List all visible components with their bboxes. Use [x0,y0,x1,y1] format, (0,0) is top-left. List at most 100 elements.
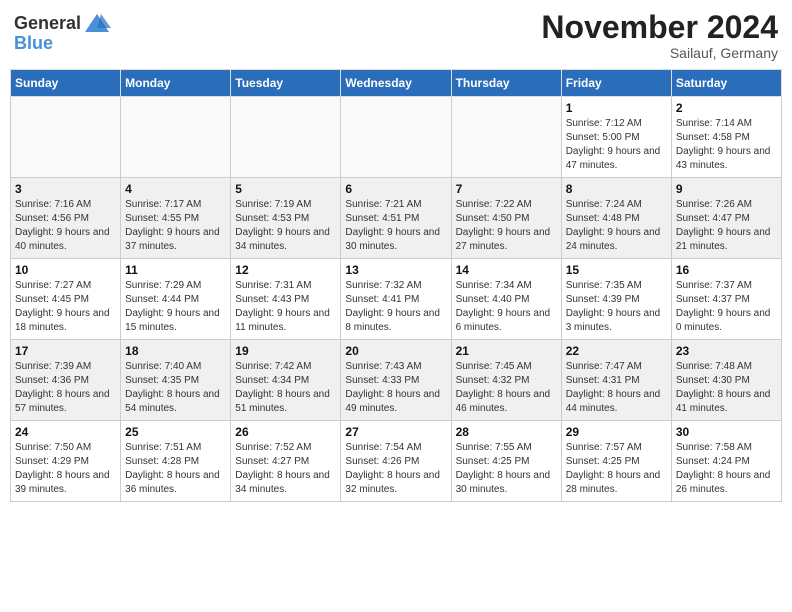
calendar-day-cell: 29Sunrise: 7:57 AMSunset: 4:25 PMDayligh… [561,421,671,502]
calendar-day-cell: 8 Sunrise: 7:24 AMSunset: 4:48 PMDaylight… [561,178,671,259]
day-of-week-header: Thursday [451,70,561,97]
day-number: 9 [676,182,777,196]
day-info: Sunrise: 7:39 AMSunset: 4:36 PMDaylight:… [15,360,116,416]
calendar-day-cell: 21 Sunrise: 7:45 AMSunset: 4:32 PMDayligh… [451,340,561,421]
day-of-week-header: Tuesday [231,70,341,97]
calendar-day-cell: 18 Sunrise: 7:40 AMSunset: 4:35 PMDayligh… [121,340,231,421]
day-number: 19 [235,344,336,358]
calendar-day-cell: 4 Sunrise: 7:17 AMSunset: 4:55 PMDaylight… [121,178,231,259]
day-number: 14 [456,263,557,277]
title-area: November 2024 Sailauf, Germany [541,10,778,61]
calendar-day-cell: 22 Sunrise: 7:47 AMSunset: 4:31 PMDayligh… [561,340,671,421]
calendar-day-cell: 16Sunrise: 7:37 AMSunset: 4:37 PMDayligh… [671,259,781,340]
day-number: 5 [235,182,336,196]
day-info: Sunrise: 7:51 AMSunset: 4:28 PMDaylight:… [125,441,226,497]
calendar-day-cell: 13 Sunrise: 7:32 AMSunset: 4:41 PMDayligh… [341,259,451,340]
day-number: 10 [15,263,116,277]
calendar-day-cell: 10 Sunrise: 7:27 AMSunset: 4:45 PMDayligh… [11,259,121,340]
calendar-day-cell: 12Sunrise: 7:31 AMSunset: 4:43 PMDayligh… [231,259,341,340]
day-info: Sunrise: 7:42 AMSunset: 4:34 PMDaylight:… [235,360,336,416]
day-info: Sunrise: 7:27 AMSunset: 4:45 PMDaylight:… [15,279,116,335]
day-number: 20 [345,344,446,358]
calendar-day-cell: 24 Sunrise: 7:50 AMSunset: 4:29 PMDayligh… [11,421,121,502]
calendar-week-row: 24 Sunrise: 7:50 AMSunset: 4:29 PMDayligh… [11,421,782,502]
day-number: 26 [235,425,336,439]
day-of-week-header: Monday [121,70,231,97]
day-info: Sunrise: 7:40 AMSunset: 4:35 PMDaylight:… [125,360,226,416]
calendar-day-cell: 1 Sunrise: 7:12 AMSunset: 5:00 PMDaylight… [561,97,671,178]
day-info: Sunrise: 7:52 AMSunset: 4:27 PMDaylight:… [235,441,336,497]
calendar-day-cell: 5 Sunrise: 7:19 AMSunset: 4:53 PMDaylight… [231,178,341,259]
month-title: November 2024 [541,10,778,45]
calendar-day-cell: 19 Sunrise: 7:42 AMSunset: 4:34 PMDayligh… [231,340,341,421]
day-of-week-header: Wednesday [341,70,451,97]
logo-blue: Blue [14,34,111,54]
day-info: Sunrise: 7:58 AMSunset: 4:24 PMDaylight:… [676,441,777,497]
day-number: 13 [345,263,446,277]
calendar-week-row: 10 Sunrise: 7:27 AMSunset: 4:45 PMDayligh… [11,259,782,340]
calendar-day-cell: 11 Sunrise: 7:29 AMSunset: 4:44 PMDayligh… [121,259,231,340]
day-info: Sunrise: 7:55 AMSunset: 4:25 PMDaylight:… [456,441,557,497]
day-number: 21 [456,344,557,358]
calendar-week-row: 1 Sunrise: 7:12 AMSunset: 5:00 PMDaylight… [11,97,782,178]
day-number: 7 [456,182,557,196]
day-info: Sunrise: 7:19 AMSunset: 4:53 PMDaylight:… [235,198,336,254]
day-info: Sunrise: 7:17 AMSunset: 4:55 PMDaylight:… [125,198,226,254]
header: General Blue November 2024 Sailauf, Germ… [10,10,782,61]
day-info: Sunrise: 7:24 AMSunset: 4:48 PMDaylight:… [566,198,667,254]
day-info: Sunrise: 7:26 AMSunset: 4:47 PMDaylight:… [676,198,777,254]
day-info: Sunrise: 7:29 AMSunset: 4:44 PMDaylight:… [125,279,226,335]
calendar-day-cell: 26 Sunrise: 7:52 AMSunset: 4:27 PMDayligh… [231,421,341,502]
day-number: 11 [125,263,226,277]
calendar-day-cell: 27 Sunrise: 7:54 AMSunset: 4:26 PMDayligh… [341,421,451,502]
day-number: 2 [676,101,777,115]
day-of-week-header: Saturday [671,70,781,97]
day-info: Sunrise: 7:12 AMSunset: 5:00 PMDaylight:… [566,117,667,173]
day-info: Sunrise: 7:21 AMSunset: 4:51 PMDaylight:… [345,198,446,254]
day-number: 12 [235,263,336,277]
day-number: 30 [676,425,777,439]
calendar-day-cell: 28 Sunrise: 7:55 AMSunset: 4:25 PMDayligh… [451,421,561,502]
calendar-day-cell [451,97,561,178]
calendar-day-cell: 15 Sunrise: 7:35 AMSunset: 4:39 PMDayligh… [561,259,671,340]
calendar-day-cell [231,97,341,178]
calendar-week-row: 17 Sunrise: 7:39 AMSunset: 4:36 PMDayligh… [11,340,782,421]
calendar-day-cell: 30 Sunrise: 7:58 AMSunset: 4:24 PMDayligh… [671,421,781,502]
day-info: Sunrise: 7:34 AMSunset: 4:40 PMDaylight:… [456,279,557,335]
day-number: 25 [125,425,226,439]
calendar-table: SundayMondayTuesdayWednesdayThursdayFrid… [10,69,782,502]
day-number: 1 [566,101,667,115]
day-info: Sunrise: 7:35 AMSunset: 4:39 PMDaylight:… [566,279,667,335]
day-number: 8 [566,182,667,196]
day-info: Sunrise: 7:45 AMSunset: 4:32 PMDaylight:… [456,360,557,416]
day-number: 6 [345,182,446,196]
day-number: 22 [566,344,667,358]
day-number: 4 [125,182,226,196]
day-info: Sunrise: 7:54 AMSunset: 4:26 PMDaylight:… [345,441,446,497]
day-info: Sunrise: 7:50 AMSunset: 4:29 PMDaylight:… [15,441,116,497]
day-info: Sunrise: 7:47 AMSunset: 4:31 PMDaylight:… [566,360,667,416]
calendar-day-cell: 9 Sunrise: 7:26 AMSunset: 4:47 PMDaylight… [671,178,781,259]
calendar-day-cell: 6 Sunrise: 7:21 AMSunset: 4:51 PMDaylight… [341,178,451,259]
day-number: 16 [676,263,777,277]
day-number: 3 [15,182,116,196]
location-subtitle: Sailauf, Germany [541,45,778,61]
day-number: 27 [345,425,446,439]
calendar-day-cell: 7 Sunrise: 7:22 AMSunset: 4:50 PMDaylight… [451,178,561,259]
day-info: Sunrise: 7:32 AMSunset: 4:41 PMDaylight:… [345,279,446,335]
day-number: 15 [566,263,667,277]
day-of-week-header: Friday [561,70,671,97]
day-number: 24 [15,425,116,439]
day-info: Sunrise: 7:16 AMSunset: 4:56 PMDaylight:… [15,198,116,254]
day-number: 23 [676,344,777,358]
calendar-day-cell: 2 Sunrise: 7:14 AMSunset: 4:58 PMDaylight… [671,97,781,178]
calendar-header-row: SundayMondayTuesdayWednesdayThursdayFrid… [11,70,782,97]
day-number: 28 [456,425,557,439]
calendar-day-cell: 20Sunrise: 7:43 AMSunset: 4:33 PMDayligh… [341,340,451,421]
calendar-day-cell: 23Sunrise: 7:48 AMSunset: 4:30 PMDayligh… [671,340,781,421]
calendar-week-row: 3 Sunrise: 7:16 AMSunset: 4:56 PMDaylight… [11,178,782,259]
day-info: Sunrise: 7:14 AMSunset: 4:58 PMDaylight:… [676,117,777,173]
day-number: 18 [125,344,226,358]
day-number: 17 [15,344,116,358]
day-info: Sunrise: 7:22 AMSunset: 4:50 PMDaylight:… [456,198,557,254]
